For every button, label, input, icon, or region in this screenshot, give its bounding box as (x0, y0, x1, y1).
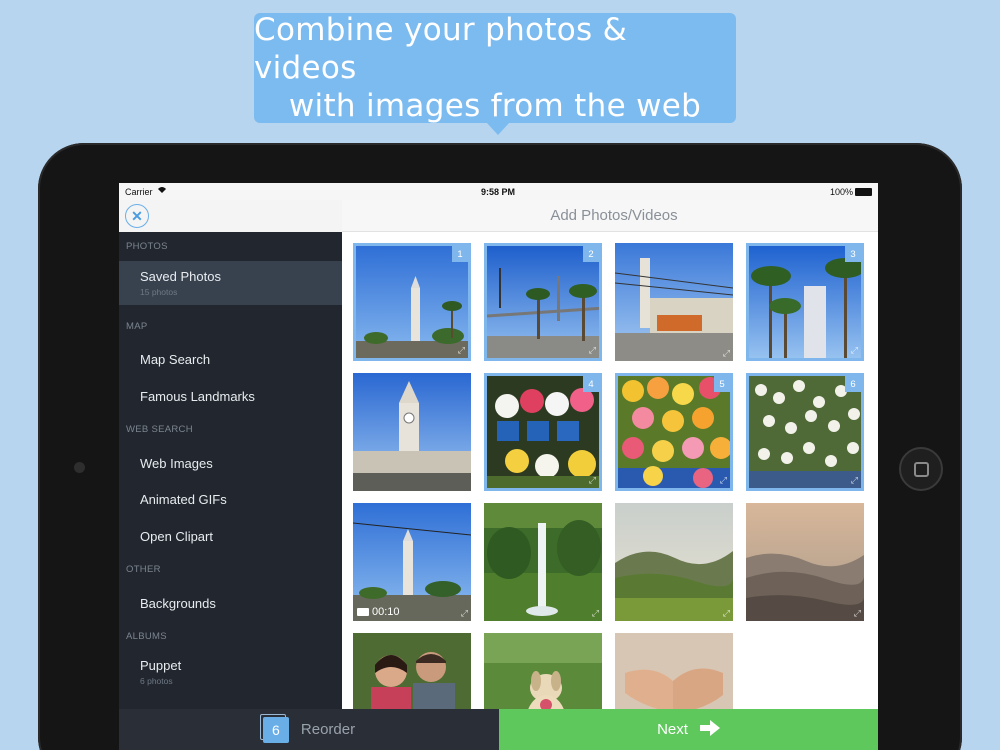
photo-grid: 1 ⤢ 2 ⤢ ⤢ 3 ⤢ 4 ⤢ 5 ⤢ 6 ⤢ 00:10 ⤢ ⤢ ⤢ ⤢ (342, 232, 878, 709)
reorder-label: Reorder (300, 721, 356, 738)
selection-badge: 2 (583, 246, 599, 262)
sidebar-item-open-clipart[interactable]: Open Clipart (119, 519, 342, 553)
expand-icon[interactable]: ⤢ (461, 608, 468, 619)
expand-icon[interactable]: ⤢ (851, 345, 858, 356)
expand-icon[interactable]: ⤢ (854, 608, 861, 619)
sidebar: PHOTOS Saved Photos 15 photos MAP Map Se… (119, 232, 342, 709)
section-map: MAP (126, 321, 148, 332)
selection-badge: 3 (845, 246, 861, 262)
sidebar-item-count: 15 photos (140, 287, 178, 297)
sidebar-item-famous-landmarks[interactable]: Famous Landmarks (119, 379, 342, 413)
navigation-bar: Add Photos/Videos (342, 200, 878, 232)
selection-badge: 6 (845, 376, 861, 392)
sidebar-item-map-search[interactable]: Map Search (119, 342, 342, 376)
photo-thumbnail[interactable]: ⤢ (484, 503, 602, 621)
sidebar-item-label: Web Images (140, 456, 213, 471)
home-button[interactable] (899, 447, 943, 491)
photo-thumbnail[interactable]: 5 ⤢ (615, 373, 733, 491)
section-albums: ALBUMS (126, 631, 167, 642)
sidebar-item-label: Backgrounds (140, 596, 216, 611)
expand-icon[interactable]: ⤢ (589, 475, 596, 486)
expand-icon[interactable]: ⤢ (458, 345, 465, 356)
expand-icon[interactable]: ⤢ (851, 475, 858, 486)
banner-line-2: with images from the web (288, 88, 702, 124)
expand-icon[interactable]: ⤢ (589, 345, 596, 356)
video-duration: 00:10 (357, 606, 400, 618)
close-button[interactable]: ✕ (125, 204, 149, 228)
selection-badge: 1 (452, 246, 468, 262)
next-label: Next (657, 721, 688, 738)
reorder-button[interactable]: 6 Reorder (119, 709, 499, 750)
photo-thumbnail[interactable]: 2 ⤢ (484, 243, 602, 361)
video-thumbnail[interactable]: 00:10 ⤢ (353, 503, 471, 621)
expand-icon[interactable]: ⤢ (723, 348, 730, 359)
photo-thumbnail[interactable] (353, 633, 471, 709)
photo-thumbnail[interactable]: 6 ⤢ (746, 373, 864, 491)
expand-icon[interactable]: ⤢ (592, 608, 599, 619)
video-duration-label: 00:10 (372, 606, 400, 618)
sidebar-item-label: Animated GIFs (140, 492, 227, 507)
page-title: Add Photos/Videos (550, 207, 678, 224)
sidebar-item-puppet[interactable]: Puppet 6 photos (119, 650, 342, 694)
sidebar-item-label: Puppet (140, 658, 182, 673)
sidebar-header: ✕ (119, 200, 342, 232)
sidebar-item-label: Famous Landmarks (140, 389, 255, 404)
sidebar-item-backgrounds[interactable]: Backgrounds (119, 586, 342, 620)
expand-icon[interactable]: ⤢ (720, 475, 727, 486)
selection-count-value: 6 (262, 716, 289, 743)
battery-icon (855, 188, 872, 196)
expand-icon[interactable]: ⤢ (723, 608, 730, 619)
next-button[interactable]: Next (499, 709, 878, 750)
photo-thumbnail[interactable] (353, 373, 471, 491)
sidebar-item-animated-gifs[interactable]: Animated GIFs (119, 482, 342, 516)
photo-thumbnail[interactable]: ⤢ (615, 503, 733, 621)
banner-tail (486, 122, 510, 135)
video-camera-icon (357, 608, 369, 616)
sidebar-item-count: 6 photos (140, 676, 173, 686)
photo-thumbnail[interactable] (615, 633, 733, 709)
battery-percent: 100% (830, 187, 854, 197)
banner-line-1: Combine your photos & videos (254, 12, 628, 86)
sidebar-item-label: Open Clipart (140, 529, 213, 544)
photo-thumbnail[interactable]: 1 ⤢ (353, 243, 471, 361)
status-time: 9:58 PM (481, 187, 516, 197)
photo-thumbnail[interactable]: 4 ⤢ (484, 373, 602, 491)
close-x-icon: ✕ (131, 208, 143, 224)
section-photos: PHOTOS (126, 241, 168, 252)
status-bar: Carrier 9:58 PM 100% (119, 183, 878, 200)
arrow-right-icon (699, 719, 720, 740)
section-web-search: WEB SEARCH (126, 424, 193, 435)
photo-thumbnail[interactable] (484, 633, 602, 709)
promo-banner: Combine your photos & videos with images… (254, 12, 736, 124)
section-other: OTHER (126, 564, 161, 575)
home-square-icon (913, 461, 929, 477)
sidebar-item-label: Saved Photos (140, 269, 221, 284)
sidebar-item-web-images[interactable]: Web Images (119, 446, 342, 480)
app-screen: Carrier 9:58 PM 100% ✕ Add Photos/Videos… (119, 183, 878, 750)
selection-badge: 5 (714, 376, 730, 392)
sidebar-item-label: Map Search (140, 352, 211, 367)
sidebar-item-saved-photos[interactable]: Saved Photos 15 photos (119, 261, 342, 305)
selection-count: 6 (259, 713, 289, 743)
selection-badge: 4 (583, 376, 599, 392)
photo-thumbnail[interactable]: 3 ⤢ (746, 243, 864, 361)
carrier-label: Carrier (125, 187, 153, 197)
camera-icon (74, 462, 85, 473)
photo-thumbnail[interactable]: ⤢ (746, 503, 864, 621)
photo-thumbnail[interactable]: ⤢ (615, 243, 733, 361)
wifi-icon (157, 185, 167, 196)
